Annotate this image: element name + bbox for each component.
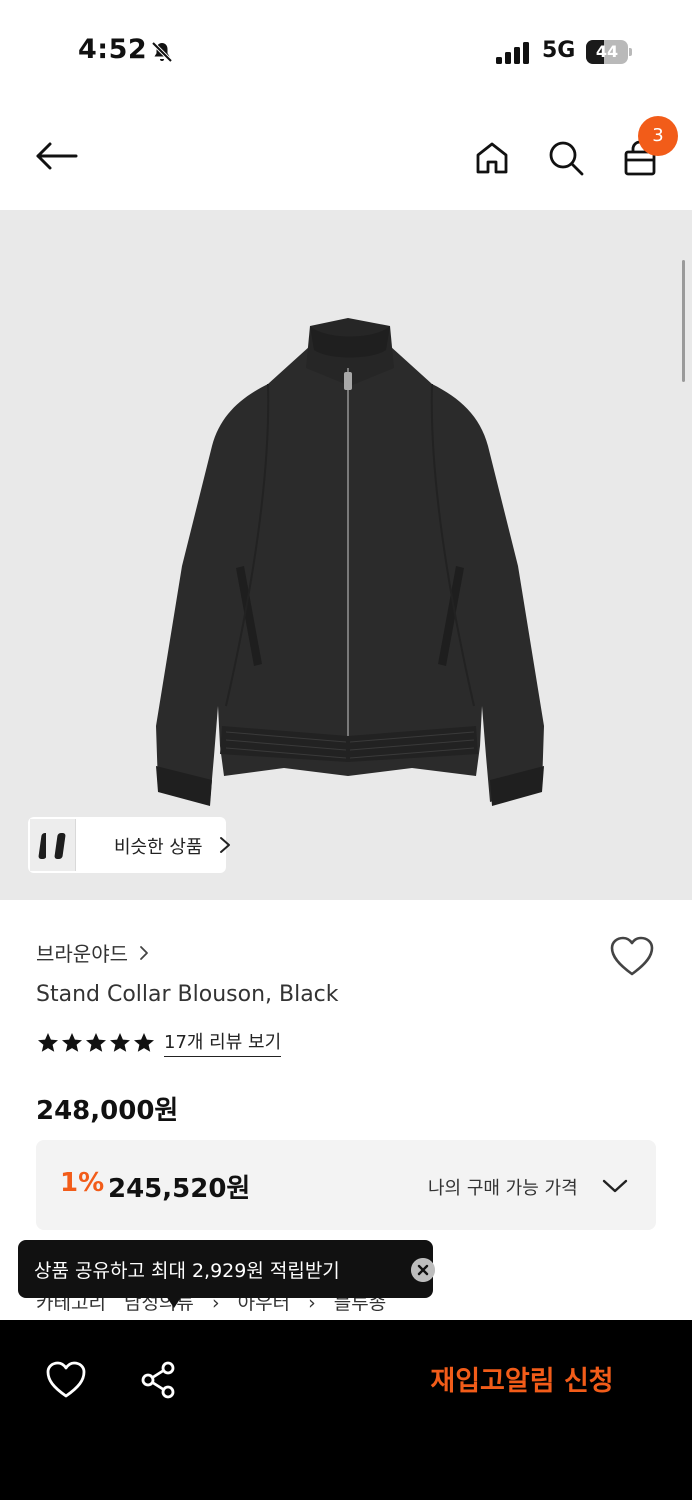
star-icon [134, 1032, 154, 1052]
close-icon[interactable] [411, 1258, 435, 1282]
brand-name: 브라운야드 [36, 942, 128, 966]
bottom-action-bar: 재입고알림 신청 [0, 1320, 692, 1500]
battery-icon: 44 [586, 40, 632, 64]
status-time: 4:52 [78, 34, 148, 65]
original-price: 248,000원 [36, 1096, 179, 1126]
status-bar: 4:52 5G 44 [0, 0, 692, 100]
toast-pointer [166, 1296, 182, 1308]
similar-products-label: 비슷한 상품 [114, 837, 203, 858]
battery-level: 44 [595, 42, 619, 61]
product-photo [156, 318, 544, 806]
similar-products-button[interactable]: 비슷한 상품 [28, 817, 230, 873]
rating-stars [36, 1031, 156, 1055]
brand-link[interactable]: 브라운야드 [36, 938, 150, 967]
share-reward-toast[interactable]: 상품 공유하고 최대 2,929원 적립받기 [18, 1240, 435, 1308]
rating-row: 17개 리뷰 보기 [36, 1028, 282, 1057]
star-icon [38, 1032, 58, 1052]
gallery-scroll-indicator [682, 260, 685, 382]
toast-text: 상품 공유하고 최대 2,929원 적립받기 [34, 1260, 340, 1282]
wishlist-heart-icon[interactable] [608, 934, 656, 978]
star-icon [62, 1032, 82, 1052]
back-arrow-icon [36, 142, 78, 170]
heart-icon[interactable] [44, 1358, 88, 1402]
my-price-label: 나의 구매 가능 가격 [428, 1178, 578, 1199]
top-nav: 3 [0, 100, 692, 210]
chevron-right-icon [140, 945, 148, 960]
star-icon [110, 1032, 130, 1052]
final-price: 245,520원 [108, 1174, 251, 1204]
search-icon [549, 141, 584, 176]
share-icon[interactable] [136, 1358, 180, 1402]
home-icon [476, 142, 508, 174]
restock-alert-button[interactable]: 재입고알림 신청 [410, 1360, 634, 1404]
star-icon [86, 1032, 106, 1052]
product-name: Stand Collar Blouson, Black [36, 982, 339, 1007]
bell-slash-icon [151, 41, 173, 63]
member-price-box[interactable]: 1% 245,520원 나의 구매 가능 가격 [36, 1140, 656, 1230]
back-button[interactable] [32, 132, 80, 180]
chevron-down-icon [602, 1179, 628, 1193]
signal-icon [496, 42, 529, 64]
home-button[interactable] [468, 134, 516, 182]
network-type: 5G [542, 38, 576, 63]
review-link[interactable]: 17개 리뷰 보기 [164, 1028, 282, 1057]
similar-products-thumbnails [28, 817, 88, 873]
chevron-right-icon [220, 837, 230, 853]
search-button[interactable] [542, 134, 590, 182]
cart-count-badge: 3 [638, 116, 678, 156]
discount-rate: 1% [60, 1168, 105, 1198]
product-image-gallery[interactable]: 비슷한 상품 [0, 210, 692, 900]
